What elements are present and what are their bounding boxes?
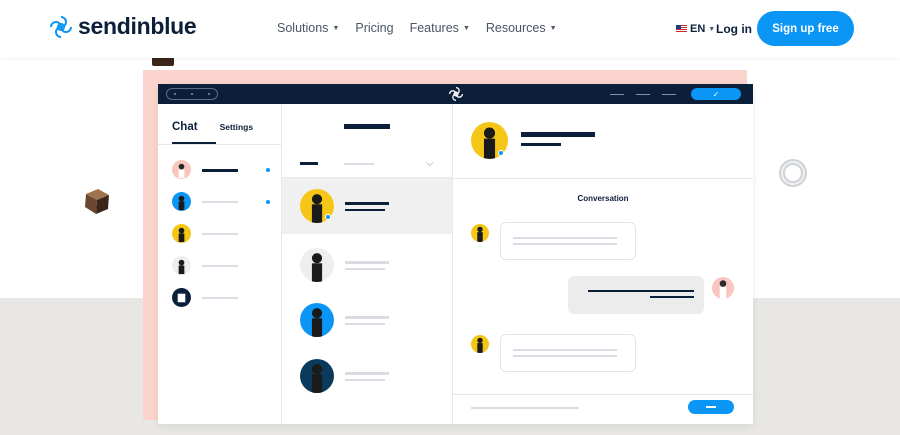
contact-row xyxy=(282,237,452,293)
conversation-panel: Conversation xyxy=(453,104,753,424)
nav-resources[interactable]: Resources ▼ xyxy=(486,21,557,35)
conversation-title: Conversation xyxy=(577,194,629,203)
divider xyxy=(158,144,281,145)
contact-row xyxy=(282,348,452,404)
titlebar-menu-line xyxy=(636,94,650,95)
chat-tabs: Chat Settings xyxy=(172,121,253,133)
chat-sidebar: Chat Settings xyxy=(158,104,282,424)
decorative-cube-icon xyxy=(85,189,109,214)
sendinblue-swirl-icon xyxy=(50,15,72,38)
titlebar-menu-line xyxy=(662,94,676,95)
app-titlebar: ✓ xyxy=(158,84,753,104)
online-status-dot xyxy=(498,150,504,156)
chat-preview-line xyxy=(202,265,238,267)
contact-detail-line xyxy=(345,209,385,211)
contact-name-line xyxy=(345,202,389,205)
caret-down-icon: ▼ xyxy=(332,24,340,32)
avatar xyxy=(172,192,191,211)
incoming-message xyxy=(500,222,636,260)
contact-name-line xyxy=(345,261,389,264)
brand-name: sendinblue xyxy=(78,13,197,39)
nav-features-label: Features xyxy=(409,21,459,35)
nav-solutions[interactable]: Solutions ▼ xyxy=(277,21,339,35)
chat-preview-line xyxy=(202,169,238,172)
incoming-message xyxy=(500,334,636,372)
avatar xyxy=(471,224,489,242)
contact-row-active xyxy=(282,178,452,234)
caret-down-icon: ▼ xyxy=(708,25,716,33)
divider xyxy=(453,394,753,395)
contact-detail-line xyxy=(345,323,385,325)
contact-detail-line xyxy=(345,379,385,381)
nav-pricing-label: Pricing xyxy=(355,21,394,35)
caret-down-icon: ▼ xyxy=(549,24,557,32)
nav-features[interactable]: Features ▼ xyxy=(410,21,470,35)
contact-name-line xyxy=(521,132,595,137)
titlebar-menu-line xyxy=(610,94,624,95)
us-flag-icon xyxy=(676,25,687,33)
message-line xyxy=(588,290,694,292)
avatar xyxy=(300,303,334,337)
avatar xyxy=(172,256,191,275)
contact-name-line xyxy=(345,372,389,375)
chat-list-item xyxy=(172,288,278,308)
filter-line xyxy=(344,163,374,165)
message-line xyxy=(513,349,617,351)
unread-dot xyxy=(266,168,270,172)
contact-name-line xyxy=(345,316,389,319)
chat-list-item xyxy=(172,192,278,212)
filter-line xyxy=(300,162,318,165)
message-line xyxy=(650,296,694,298)
chevron-down-icon: ⌵ xyxy=(426,158,434,169)
send-button xyxy=(688,400,734,414)
contacts-panel: ⌵ xyxy=(282,104,453,424)
chat-app-illustration: ✓ Chat Settings ⌵ Conversation xyxy=(158,84,753,424)
outgoing-message xyxy=(568,276,704,314)
nav-solutions-label: Solutions xyxy=(277,21,329,35)
brand-logo[interactable]: sendinblue xyxy=(50,13,197,40)
sendinblue-swirl-icon xyxy=(449,87,463,101)
avatar xyxy=(300,248,334,282)
message-line xyxy=(513,243,617,245)
caret-down-icon: ▼ xyxy=(462,24,470,32)
chat-preview-line xyxy=(202,201,238,203)
chat-list-item xyxy=(172,256,278,276)
main-menu: Solutions ▼ Pricing Features ▼ Resources… xyxy=(277,21,557,35)
divider xyxy=(453,178,753,179)
chat-preview-line xyxy=(202,297,238,299)
tab-chat: Chat xyxy=(172,121,198,133)
checkmark-icon: ✓ xyxy=(712,89,720,99)
confirm-button: ✓ xyxy=(691,88,741,100)
chat-list-item xyxy=(172,224,278,244)
avatar xyxy=(712,277,734,299)
top-navigation: sendinblue Solutions ▼ Pricing Features … xyxy=(0,0,900,58)
contact-row xyxy=(282,292,452,348)
message-line xyxy=(513,237,617,239)
chat-preview-line xyxy=(202,233,238,235)
window-controls xyxy=(166,88,218,100)
unread-dot xyxy=(266,200,270,204)
nav-resources-label: Resources xyxy=(485,21,546,35)
contacts-header-line xyxy=(344,124,390,129)
login-link[interactable]: Log in xyxy=(716,22,752,36)
avatar xyxy=(172,160,191,179)
contact-detail-line xyxy=(521,143,561,146)
avatar xyxy=(300,359,334,393)
decorative-ring-icon xyxy=(779,159,807,187)
contact-detail-line xyxy=(345,268,385,270)
tab-settings: Settings xyxy=(219,122,254,132)
avatar xyxy=(172,224,191,243)
message-input-line xyxy=(471,407,579,409)
avatar xyxy=(172,288,191,307)
chat-list-item xyxy=(172,160,278,180)
signup-button[interactable]: Sign up free xyxy=(757,11,854,46)
language-selector[interactable]: EN ▼ xyxy=(676,23,715,35)
message-line xyxy=(513,355,617,357)
nav-pricing[interactable]: Pricing xyxy=(355,21,393,35)
avatar xyxy=(471,335,489,353)
language-code: EN xyxy=(690,23,706,35)
online-status-dot xyxy=(325,214,331,220)
